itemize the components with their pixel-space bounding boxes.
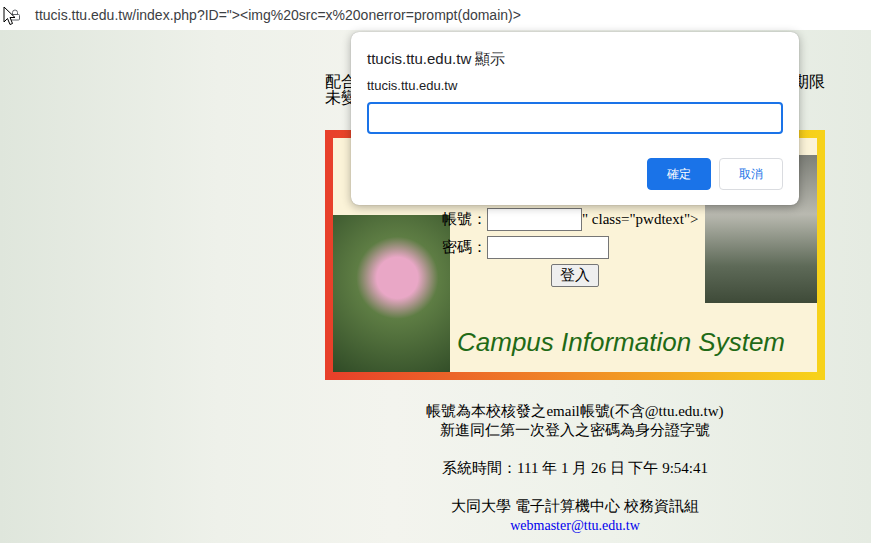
account-row: 帳號： " class="pwdtext"> [442,208,705,231]
system-name: Campus Information System [445,312,817,372]
account-input[interactable] [487,208,582,231]
password-input[interactable] [487,236,609,259]
browser-window: ttucis.ttu.edu.tw/index.php?ID="><img%20… [0,0,871,543]
system-time: 系統時間：111 年 1 月 26 日 下午 9:54:41 [442,459,708,478]
injected-text: " class="pwdtext"> [582,211,699,228]
dialog-buttons: 確定取消 [367,158,783,190]
prompt-dialog: ttucis.ttu.edu.tw 顯示 ttucis.ttu.edu.tw 確定取… [351,32,799,205]
instruction-line: 新進同仁第一次登入之密碼為身分證字號 [440,421,710,440]
flower-photo [333,215,450,372]
instructions: 帳號為本校核發之email帳號(不含@ttu.edu.tw)新進同仁第一次登入之… [426,402,723,440]
dialog-message: ttucis.ttu.edu.tw [367,78,783,94]
email-link[interactable]: webmaster@ttu.edu.tw [510,516,640,535]
password-row: 密碼： [442,236,705,259]
submit-row: 登入 [445,264,705,287]
login-button[interactable]: 登入 [551,264,599,287]
cancel-button[interactable]: 取消 [719,158,783,190]
footer: 帳號為本校核發之email帳號(不含@ttu.edu.tw)新進同仁第一次登入之… [325,402,825,535]
dialog-input[interactable] [367,102,783,134]
ok-button[interactable]: 確定 [647,158,711,190]
password-label: 密碼： [442,238,487,257]
account-label: 帳號： [442,210,487,229]
organization: 大同大學 電子計算機中心 校務資訊組webmaster@ttu.edu.tw [451,497,699,535]
mouse-cursor-icon [3,6,16,26]
dialog-title: ttucis.ttu.edu.tw 顯示 [367,49,783,69]
address-bar[interactable]: ttucis.ttu.edu.tw/index.php?ID="><img%20… [0,0,871,30]
url-text[interactable]: ttucis.ttu.edu.tw/index.php?ID="><img%20… [35,7,521,23]
instruction-line: 帳號為本校核發之email帳號(不含@ttu.edu.tw) [426,402,723,421]
